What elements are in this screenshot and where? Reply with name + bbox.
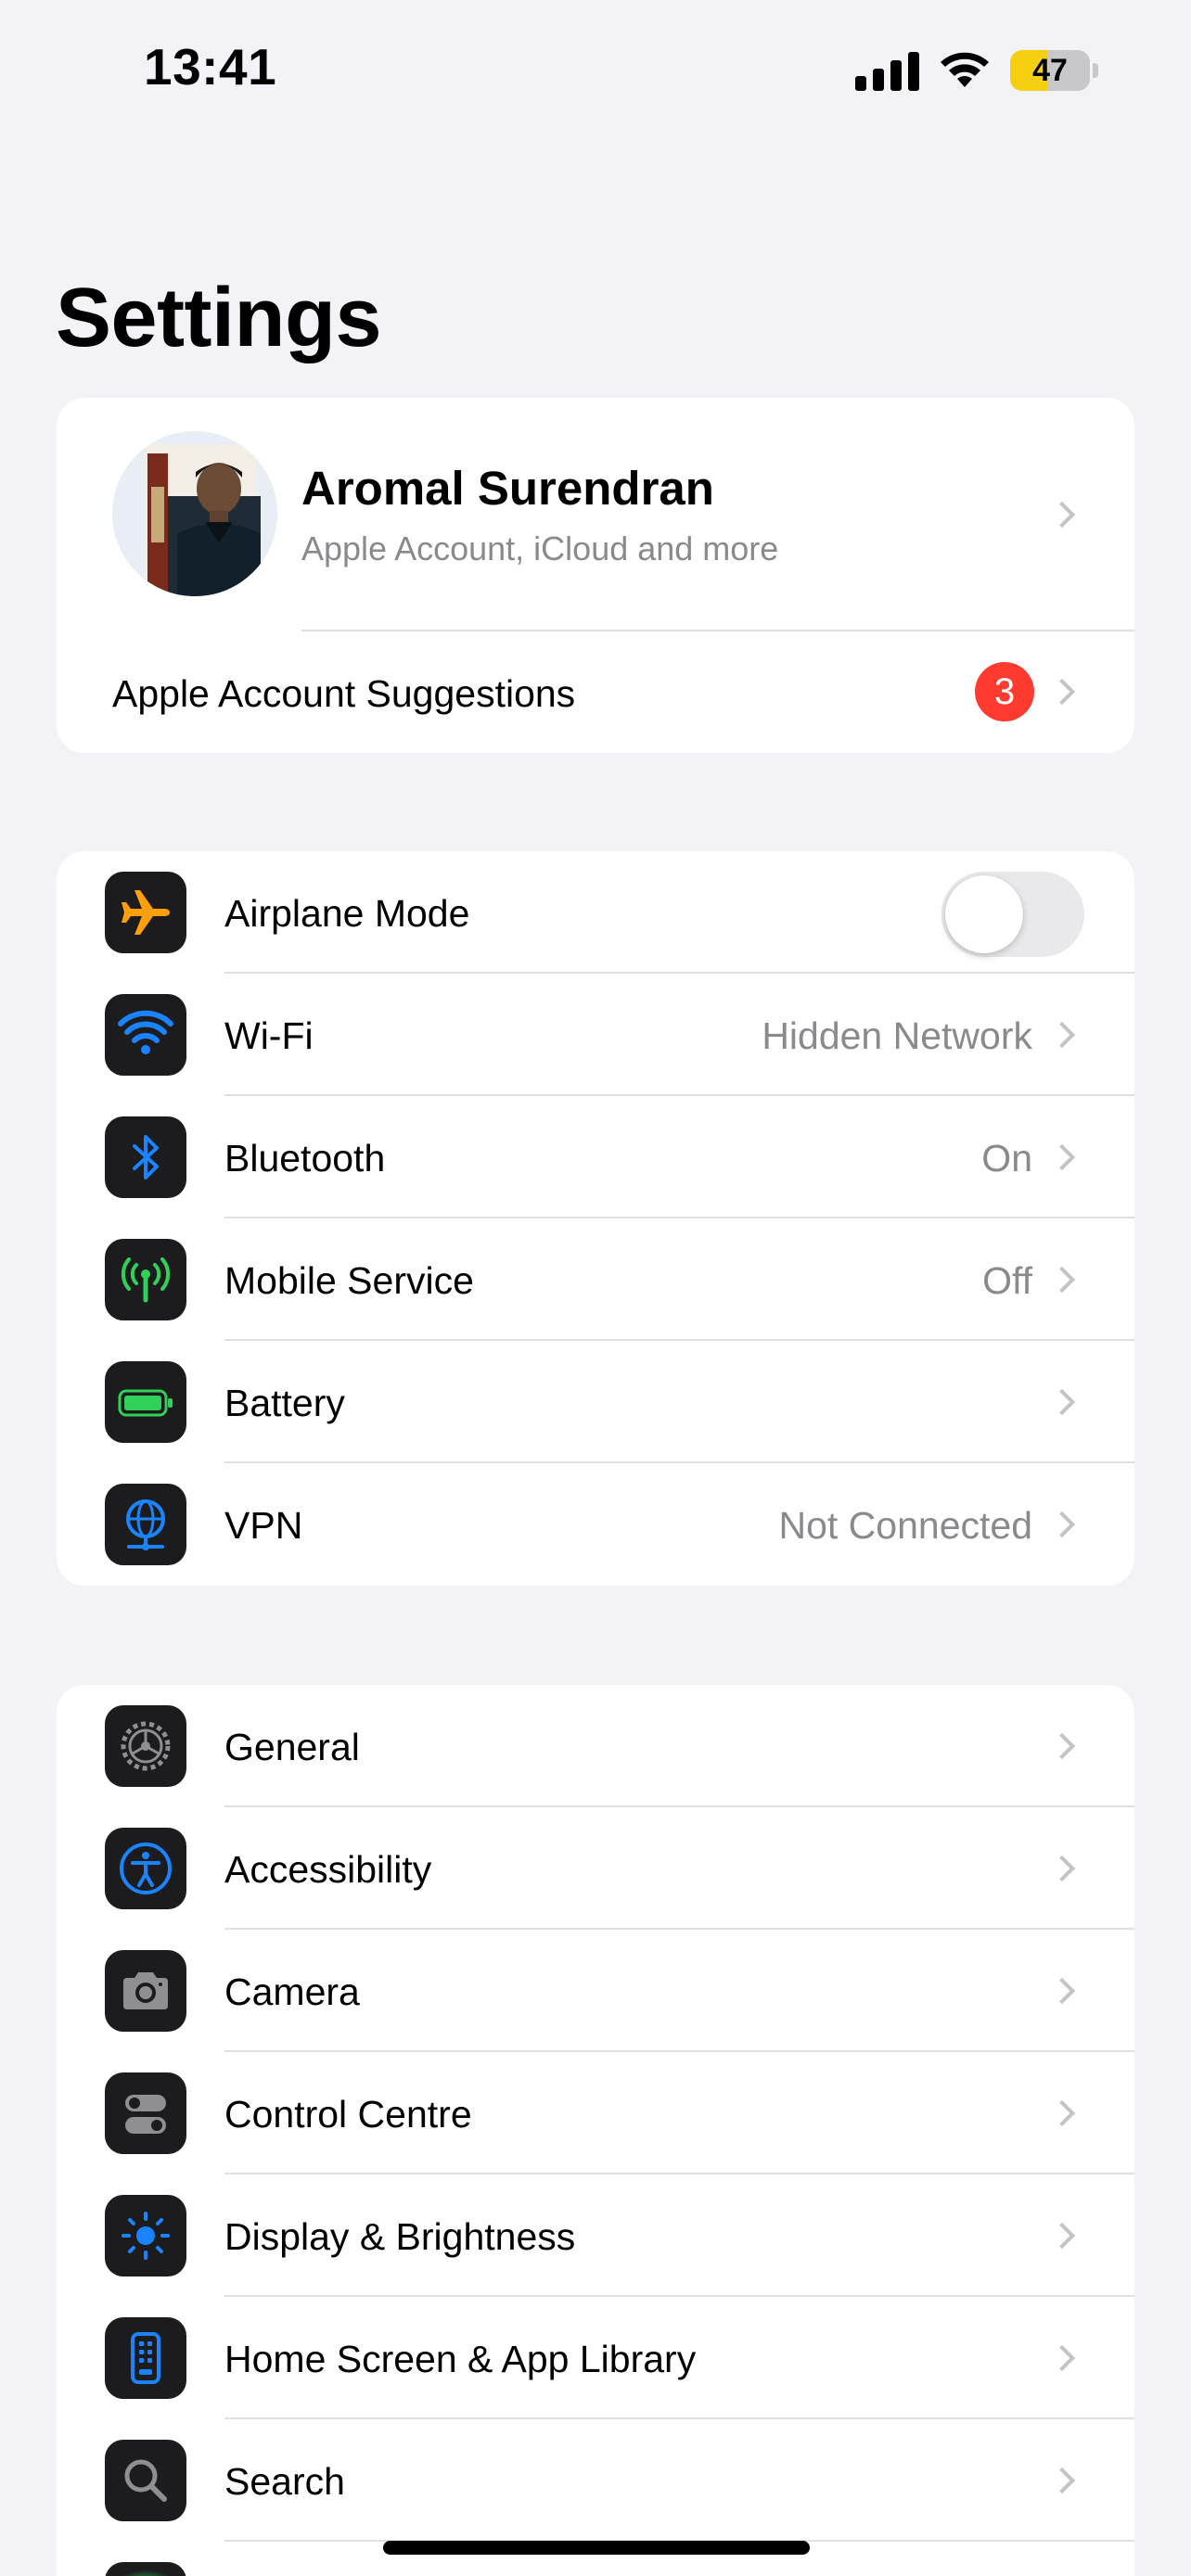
profile-row[interactable]: Aromal Surendran Apple Account, iCloud a…	[57, 398, 1134, 630]
settings-row-battery[interactable]: Battery	[57, 1341, 1134, 1463]
chevron-right-icon	[1048, 678, 1076, 706]
chevron-right-icon	[1048, 2222, 1076, 2250]
chevron-right-icon	[1048, 501, 1076, 529]
chevron-right-icon	[1048, 2467, 1076, 2494]
battery-level: 47	[1010, 50, 1090, 91]
settings-row-accessibility[interactable]: Accessibility	[57, 1807, 1134, 1930]
chevron-right-icon	[1048, 1855, 1076, 1882]
magnifier-icon	[105, 2440, 186, 2521]
settings-row-general[interactable]: General	[57, 1685, 1134, 1807]
home-indicator[interactable]	[383, 2541, 810, 2555]
row-label: Bluetooth	[224, 1137, 386, 1180]
row-label: General	[224, 1726, 360, 1768]
settings-row-home-screen[interactable]: Home Screen & App Library	[57, 2297, 1134, 2419]
row-label: Display & Brightness	[224, 2215, 576, 2258]
settings-row-bluetooth[interactable]: Bluetooth On	[57, 1096, 1134, 1218]
settings-row-search[interactable]: Search	[57, 2419, 1134, 2542]
globe-icon	[105, 1484, 186, 1565]
row-label: Control Centre	[224, 2093, 472, 2136]
gear-icon	[105, 1705, 186, 1787]
profile-name: Aromal Surendran	[301, 462, 714, 515]
row-value: Not Connected	[778, 1504, 1032, 1547]
settings-row-mobile-service[interactable]: Mobile Service Off	[57, 1218, 1134, 1341]
row-value: Off	[982, 1259, 1032, 1302]
status-time: 13:41	[144, 38, 277, 96]
settings-screen: 13:41 47 Settings Aromal Surendran Apple…	[0, 0, 1191, 2576]
chevron-right-icon	[1048, 1266, 1076, 1294]
row-value: Hidden Network	[762, 1014, 1032, 1057]
settings-row-airplane-mode[interactable]: Airplane Mode	[57, 851, 1134, 974]
general-section: General Accessibility Camera Control Cen…	[57, 1685, 1134, 2576]
apple-account-suggestions-row[interactable]: Apple Account Suggestions 3	[57, 631, 1134, 753]
chevron-right-icon	[1048, 1977, 1076, 2005]
siri-icon	[105, 2562, 186, 2576]
chevron-right-icon	[1048, 2344, 1076, 2372]
profile-subtitle: Apple Account, iCloud and more	[301, 529, 779, 567]
settings-row-camera[interactable]: Camera	[57, 1930, 1134, 2052]
bluetooth-icon	[105, 1116, 186, 1198]
wifi-icon	[105, 994, 186, 1076]
chevron-right-icon	[1048, 1143, 1076, 1171]
suggestions-label: Apple Account Suggestions	[112, 672, 576, 715]
page-title: Settings	[56, 272, 382, 364]
row-label: Search	[224, 2460, 345, 2503]
row-label: VPN	[224, 1504, 303, 1547]
phone-grid-icon	[105, 2317, 186, 2399]
chevron-right-icon	[1048, 1511, 1076, 1538]
chevron-right-icon	[1048, 1732, 1076, 1760]
row-label: Accessibility	[224, 1848, 432, 1891]
airplane-icon	[105, 872, 186, 953]
settings-row-wifi[interactable]: Wi-Fi Hidden Network	[57, 974, 1134, 1096]
profile-card: Aromal Surendran Apple Account, iCloud a…	[57, 398, 1134, 753]
row-label: Wi-Fi	[224, 1014, 314, 1057]
row-label: Battery	[224, 1382, 345, 1424]
row-label: Airplane Mode	[224, 892, 470, 935]
settings-row-control-centre[interactable]: Control Centre	[57, 2052, 1134, 2174]
settings-row-display-brightness[interactable]: Display & Brightness	[57, 2174, 1134, 2297]
sun-icon	[105, 2195, 186, 2276]
row-value: On	[981, 1137, 1032, 1180]
switches-icon	[105, 2072, 186, 2154]
battery-status-icon: 47	[1010, 50, 1098, 91]
settings-row-vpn[interactable]: VPN Not Connected	[57, 1463, 1134, 1586]
notification-badge: 3	[975, 662, 1034, 721]
chevron-right-icon	[1048, 1388, 1076, 1416]
chevron-right-icon	[1048, 1021, 1076, 1049]
row-label: Home Screen & App Library	[224, 2338, 697, 2380]
antenna-icon	[105, 1239, 186, 1320]
airplane-mode-toggle[interactable]	[941, 872, 1084, 957]
connectivity-section: Airplane Mode Wi-Fi Hidden Network Bluet…	[57, 851, 1134, 1586]
battery-icon	[105, 1361, 186, 1443]
accessibility-icon	[105, 1828, 186, 1909]
avatar	[112, 431, 277, 596]
camera-icon	[105, 1950, 186, 2032]
status-indicators: 47	[855, 46, 1098, 95]
cellular-signal-icon	[855, 50, 919, 91]
status-bar: 13:41 47	[0, 0, 1191, 139]
row-label: Mobile Service	[224, 1259, 474, 1302]
chevron-right-icon	[1048, 2099, 1076, 2127]
wifi-status-icon	[941, 52, 989, 87]
row-label: Camera	[224, 1970, 360, 2013]
